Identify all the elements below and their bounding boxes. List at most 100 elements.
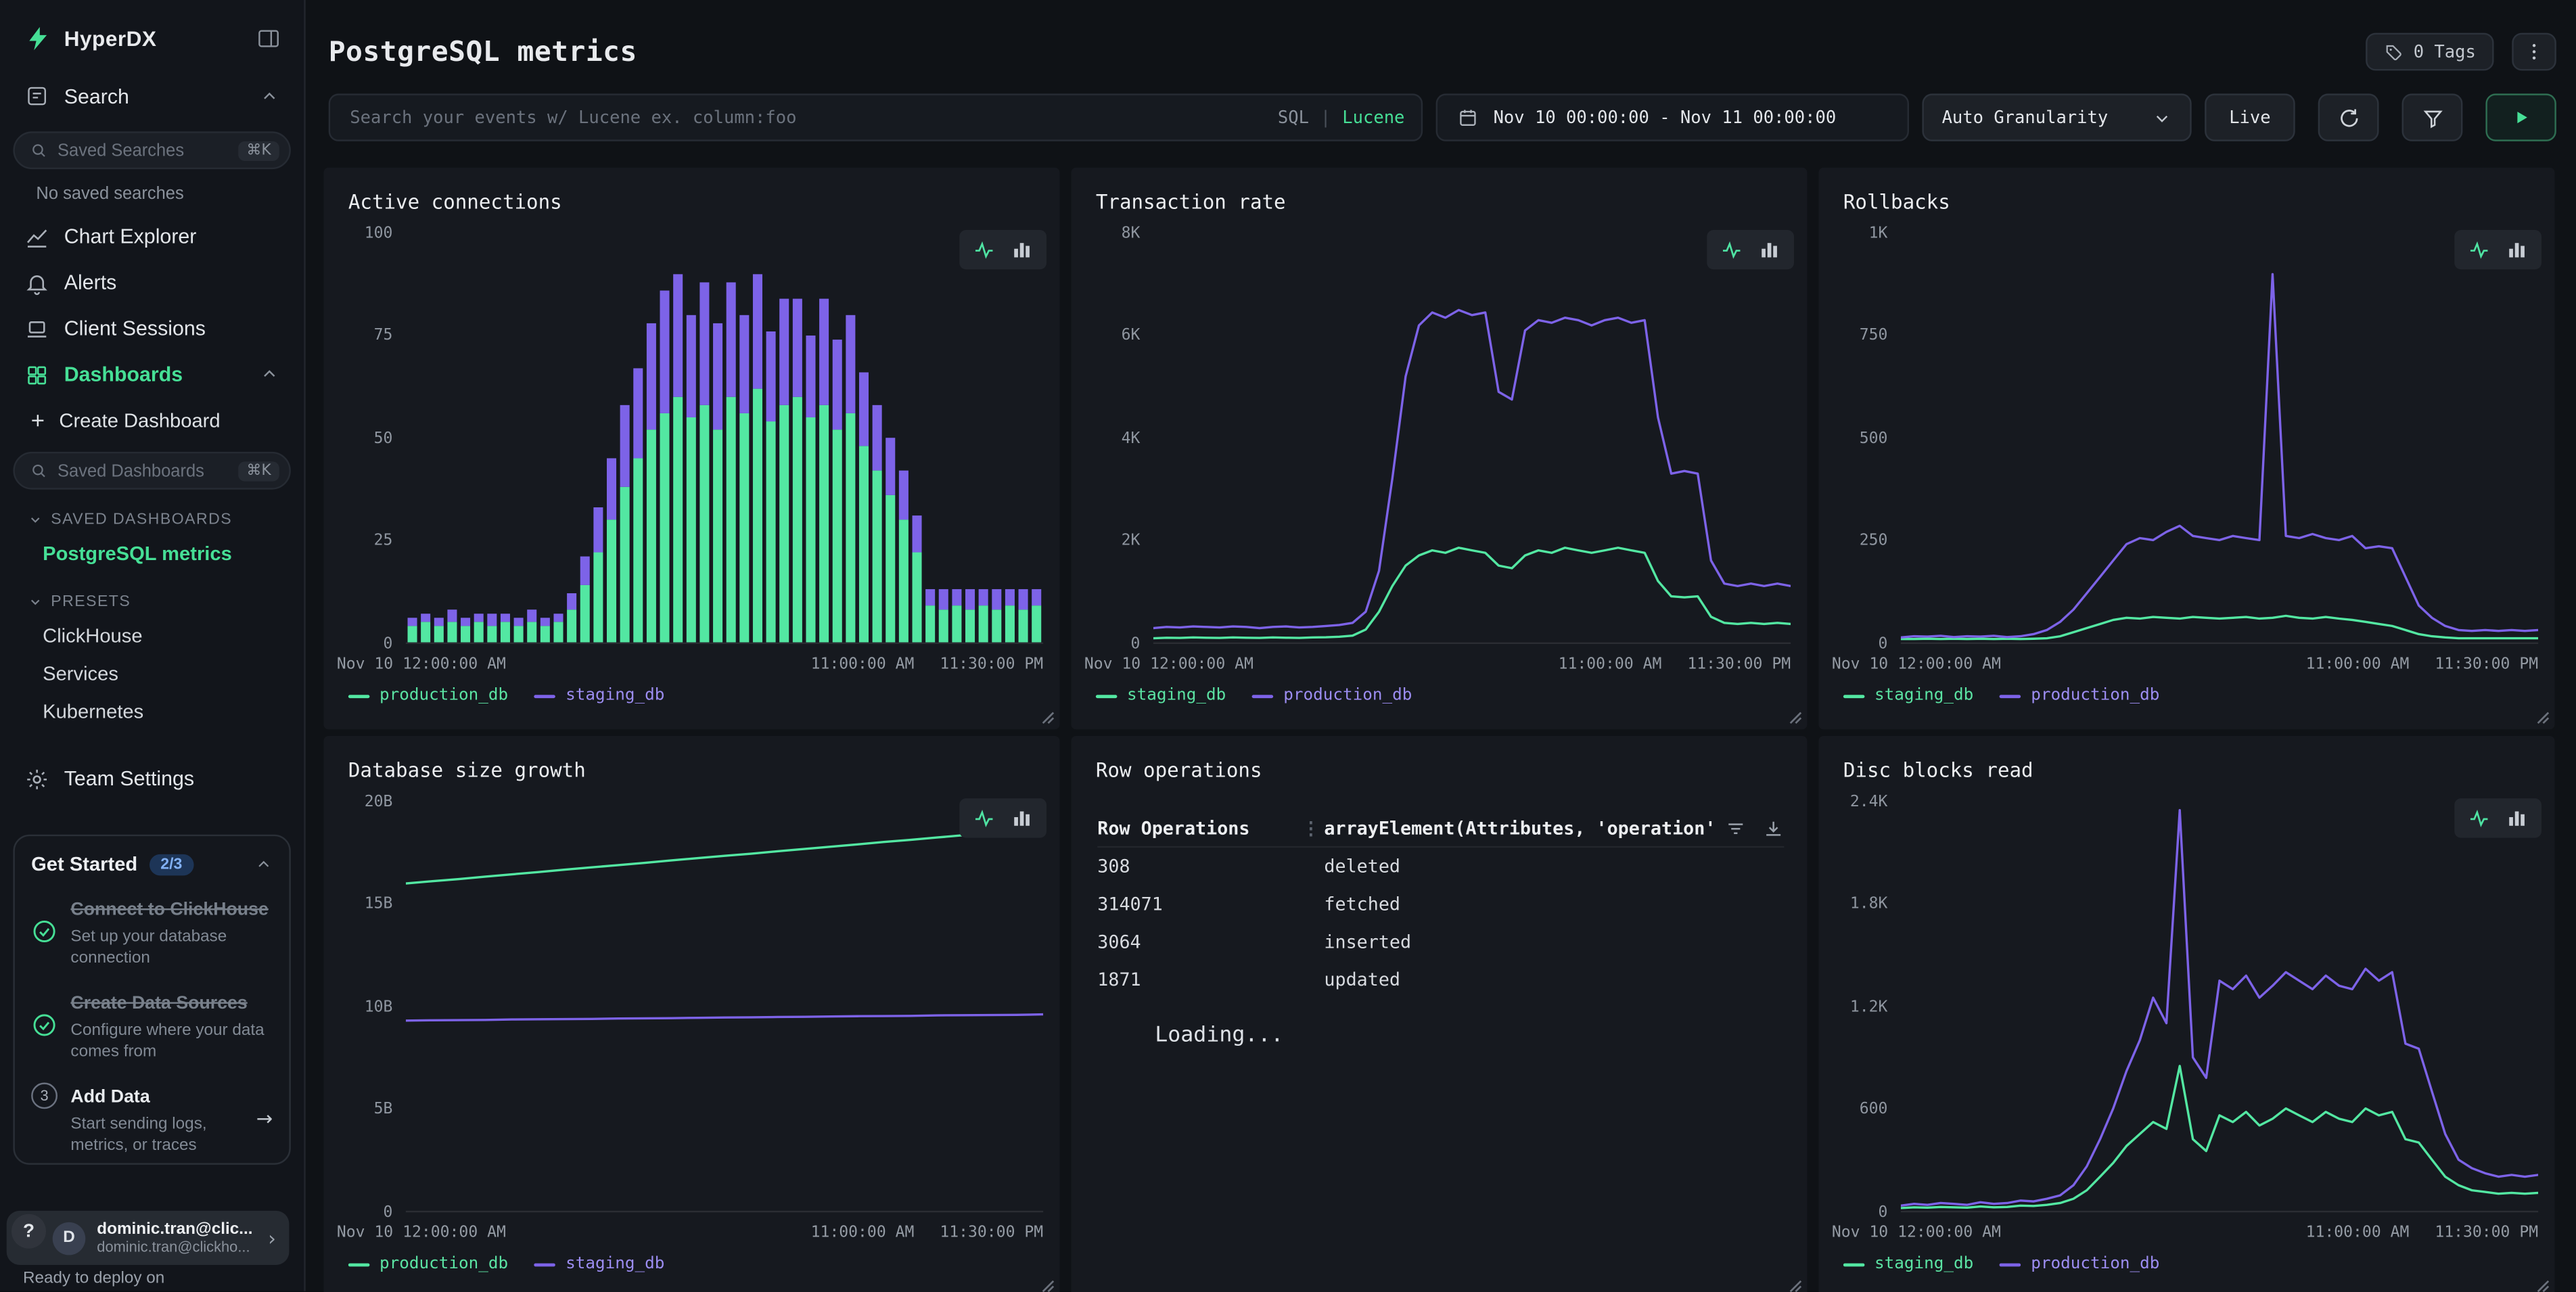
x-axis-tick: 11:30:00 PM — [940, 655, 1043, 674]
legend-item[interactable]: staging_db — [534, 687, 664, 705]
sidebar-item-alerts[interactable]: Alerts — [0, 260, 304, 306]
filter-button[interactable] — [2402, 93, 2463, 141]
laptop-icon — [24, 316, 49, 340]
plot-area[interactable] — [406, 802, 1043, 1212]
sql-mode-toggle[interactable]: SQL — [1278, 108, 1309, 127]
legend-item[interactable]: staging_db — [1843, 1255, 1973, 1273]
get-started-step-add-data[interactable]: 3 Add Data Start sending logs, metrics, … — [31, 1081, 273, 1157]
resize-handle[interactable] — [2537, 712, 2550, 724]
column-header-operation[interactable]: arrayElement(Attributes, 'operation') — [1324, 818, 1711, 839]
resize-handle[interactable] — [1042, 712, 1055, 724]
plot-area[interactable] — [1901, 802, 2538, 1212]
legend-item[interactable]: staging_db — [534, 1255, 664, 1273]
sidebar-preset-kubernetes[interactable]: Kubernetes — [0, 691, 304, 729]
chart-canvas[interactable] — [1901, 233, 2538, 643]
legend-item[interactable]: production_db — [348, 687, 508, 705]
bar-chart-icon[interactable] — [2506, 238, 2529, 261]
sidebar-item-chart-explorer[interactable]: Chart Explorer — [0, 214, 304, 260]
x-axis-tick: 11:30:00 PM — [2435, 655, 2538, 674]
chart-database-size-growth[interactable]: 05B10B15B20B Nov 10 12:00:00 AM11:00:00 … — [337, 802, 1046, 1285]
chevron-up-icon[interactable] — [260, 365, 279, 384]
create-dashboard-button[interactable]: Create Dashboard — [0, 398, 304, 440]
chart-canvas[interactable] — [1153, 233, 1791, 643]
sidebar-preset-services[interactable]: Services — [0, 654, 304, 692]
create-dashboard-label: Create Dashboard — [59, 409, 220, 432]
user-menu[interactable]: D dominic.tran@clic... dominic.tran@clic… — [7, 1211, 290, 1265]
get-started-step-connect[interactable]: Connect to ClickHouse Set up your databa… — [31, 894, 273, 969]
resize-handle[interactable] — [1789, 1280, 1802, 1292]
search-input[interactable] — [329, 93, 1423, 141]
legend-item[interactable]: production_db — [348, 1255, 508, 1273]
resize-handle[interactable] — [1042, 1280, 1055, 1292]
legend-item[interactable]: production_db — [1252, 687, 1412, 705]
chart-transaction-rate[interactable]: 02K4K6K8K Nov 10 12:00:00 AM11:00:00 AM1… — [1084, 233, 1794, 716]
panel-title: Rollbacks — [1843, 191, 1950, 214]
resize-handle[interactable] — [2537, 1280, 2550, 1292]
chart-type-toggle[interactable] — [2454, 798, 2542, 837]
lucene-mode-toggle[interactable]: Lucene — [1342, 108, 1404, 127]
line-chart-icon[interactable] — [1720, 238, 1743, 261]
help-button[interactable]: ? — [12, 1214, 46, 1249]
line-chart-icon[interactable] — [973, 806, 996, 829]
refresh-button[interactable] — [2318, 93, 2379, 141]
filter-rows-icon[interactable] — [1725, 818, 1747, 839]
table-row[interactable]: 314071 fetched — [1097, 885, 1784, 923]
line-chart-icon[interactable] — [2468, 238, 2491, 261]
plot-area[interactable] — [1153, 233, 1791, 644]
chart-type-toggle[interactable] — [1707, 230, 1794, 269]
saved-searches-input[interactable]: Saved Searches ⌘K — [13, 131, 290, 169]
sidebar-item-client-sessions[interactable]: Client Sessions — [0, 306, 304, 352]
column-header-count[interactable]: Row Operations — [1097, 818, 1297, 839]
sidebar-section-search[interactable]: Search — [0, 72, 304, 120]
bar-chart-icon[interactable] — [1011, 238, 1034, 261]
chart-type-toggle[interactable] — [959, 230, 1046, 269]
arrow-right-icon[interactable]: → — [256, 1107, 273, 1130]
y-axis-tick: 750 — [1860, 328, 1888, 344]
tags-button[interactable]: 0 Tags — [2366, 33, 2493, 71]
chart-canvas[interactable] — [1901, 802, 2538, 1211]
legend-item[interactable]: staging_db — [1096, 687, 1226, 705]
sidebar-item-team-settings[interactable]: Team Settings — [0, 756, 304, 802]
chevron-up-icon[interactable] — [260, 86, 279, 106]
run-query-button[interactable] — [2485, 93, 2556, 141]
chart-disc-blocks-read[interactable]: 06001.2K1.8K2.4K Nov 10 12:00:00 AM11:00… — [1832, 802, 2542, 1285]
chevron-up-icon[interactable] — [254, 855, 273, 873]
dashboard-menu-button[interactable] — [2512, 33, 2556, 71]
saved-dashboards-input[interactable]: Saved Dashboards ⌘K — [13, 452, 290, 490]
chart-active-connections[interactable]: 0255075100 Nov 10 12:00:00 AM11:00:00 AM… — [337, 233, 1046, 716]
calendar-icon — [1457, 107, 1479, 129]
table-row[interactable]: 308 deleted — [1097, 848, 1784, 885]
sidebar-preset-clickhouse[interactable]: ClickHouse — [0, 616, 304, 654]
line-chart-icon[interactable] — [973, 238, 996, 261]
bar-chart-icon[interactable] — [1011, 806, 1034, 829]
bar-chart-icon[interactable] — [2506, 806, 2529, 829]
table-row[interactable]: 1871 updated — [1097, 961, 1784, 999]
legend-item[interactable]: production_db — [2000, 1255, 2159, 1273]
legend-swatch — [534, 694, 556, 697]
plot-area[interactable] — [1901, 233, 2538, 644]
sidebar-dashboard-postgresql[interactable]: PostgreSQL metrics — [0, 534, 304, 572]
plot-area[interactable] — [406, 233, 1043, 644]
line-chart-icon[interactable] — [2468, 806, 2491, 829]
chart-type-toggle[interactable] — [959, 798, 1046, 837]
legend-label: staging_db — [566, 1255, 664, 1273]
column-resize-grip[interactable]: ⋮ — [1298, 818, 1325, 839]
legend-item[interactable]: production_db — [2000, 687, 2159, 705]
chart-canvas[interactable] — [406, 233, 1043, 643]
presets-section-header[interactable]: PRESETS — [28, 593, 304, 612]
granularity-select[interactable]: Auto Granularity — [1922, 93, 2191, 141]
sidebar-item-dashboards[interactable]: Dashboards — [0, 352, 304, 398]
chart-canvas[interactable] — [406, 802, 1043, 1211]
download-icon[interactable] — [1763, 818, 1785, 839]
time-range-picker[interactable]: Nov 10 00:00:00 - Nov 11 00:00:00 — [1436, 93, 1909, 141]
sidebar-collapse-icon[interactable] — [256, 26, 281, 51]
get-started-step-sources[interactable]: Create Data Sources Configure where your… — [31, 988, 273, 1063]
chart-type-toggle[interactable] — [2454, 230, 2542, 269]
bar-chart-icon[interactable] — [1758, 238, 1781, 261]
chart-rollbacks[interactable]: 02505007501K Nov 10 12:00:00 AM11:00:00 … — [1832, 233, 2542, 716]
saved-dashboards-section-header[interactable]: SAVED DASHBOARDS — [28, 511, 304, 529]
live-button[interactable]: Live — [2205, 93, 2295, 141]
table-row[interactable]: 3064 inserted — [1097, 923, 1784, 961]
resize-handle[interactable] — [1789, 712, 1802, 724]
legend-item[interactable]: staging_db — [1843, 687, 1973, 705]
